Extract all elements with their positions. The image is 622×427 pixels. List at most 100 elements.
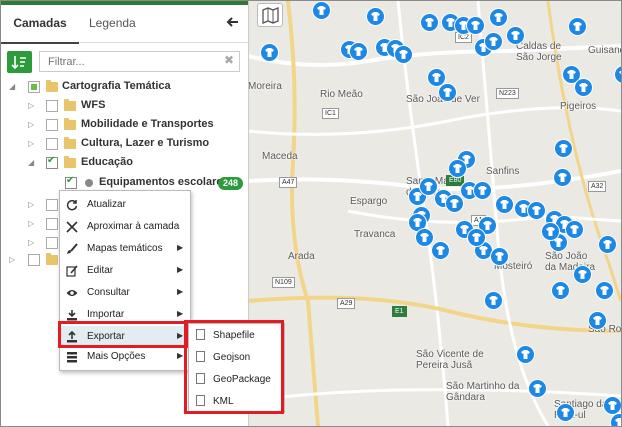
school-marker[interactable]	[565, 220, 584, 239]
collapsed-arrow-icon[interactable]: ▷	[28, 200, 34, 209]
menu-label: Mais Opções	[87, 351, 146, 362]
layer-checkbox[interactable]	[65, 175, 77, 189]
tree-node-hidden[interactable]: ▷	[1, 215, 61, 233]
menu-label: Mapas temáticos	[87, 243, 163, 254]
menu-item-atualizar[interactable]: Atualizar	[60, 194, 190, 216]
school-marker[interactable]	[349, 42, 368, 61]
menu-item-consultar[interactable]: Consultar ▶	[60, 282, 190, 304]
school-marker[interactable]	[466, 16, 485, 35]
map-canvas[interactable]: Moreira Rio Meão São João de Ver Caldas …	[248, 1, 621, 426]
menu-item-aproximar[interactable]: Aproximar à camada	[60, 216, 190, 238]
layer-symbol-icon	[85, 179, 93, 187]
school-marker[interactable]	[489, 8, 508, 27]
clear-filter-icon[interactable]: ✖	[224, 53, 234, 67]
school-marker[interactable]	[431, 241, 450, 260]
expand-arrow-icon[interactable]: ◢	[9, 82, 15, 91]
menu-item-mapas-tematicos[interactable]: Mapas temáticos ▶	[60, 238, 190, 260]
paintbrush-icon	[67, 243, 78, 254]
collapsed-arrow-icon[interactable]: ▷	[28, 101, 34, 110]
tab-camadas[interactable]: Camadas	[1, 5, 79, 44]
school-marker[interactable]	[541, 222, 560, 241]
collapsed-arrow-icon[interactable]: ▷	[28, 139, 34, 148]
collapsed-arrow-icon[interactable]: ▷	[28, 120, 34, 129]
school-marker[interactable]	[438, 83, 457, 102]
layer-checkbox[interactable]	[46, 199, 58, 211]
school-marker[interactable]	[366, 7, 385, 26]
school-marker[interactable]	[484, 32, 503, 51]
school-marker[interactable]	[448, 159, 467, 178]
tree-node-group[interactable]: ◢ Educação	[1, 154, 248, 172]
school-marker[interactable]	[574, 78, 593, 97]
school-marker[interactable]	[473, 181, 492, 200]
filter-input[interactable]	[39, 51, 240, 72]
tree-node-root[interactable]: ◢ Cartografia Temática	[1, 78, 248, 96]
school-marker[interactable]	[312, 1, 331, 20]
submenu-arrow-icon: ▶	[177, 309, 184, 318]
school-marker[interactable]	[527, 201, 546, 220]
road-sign: A47	[279, 177, 298, 188]
school-marker[interactable]	[528, 379, 547, 398]
school-marker[interactable]	[394, 45, 413, 64]
layer-checkbox[interactable]	[46, 138, 58, 150]
place-label: Guisande	[588, 45, 621, 56]
layer-checkbox[interactable]	[46, 237, 58, 249]
school-marker[interactable]	[260, 43, 279, 62]
layer-tools-button[interactable]	[7, 51, 32, 73]
school-marker[interactable]	[598, 235, 617, 254]
collapsed-arrow-icon[interactable]: ▷	[28, 238, 34, 247]
menu-item-editar[interactable]: Editar ▶	[60, 260, 190, 282]
layer-checkbox[interactable]	[46, 155, 58, 169]
tree-node-hidden[interactable]: ▷	[1, 196, 61, 214]
layer-checkbox[interactable]	[28, 81, 40, 93]
school-marker[interactable]	[554, 139, 573, 158]
school-marker[interactable]	[595, 281, 614, 300]
school-marker[interactable]	[556, 403, 575, 422]
tab-legenda[interactable]: Legenda	[89, 5, 136, 42]
school-marker[interactable]	[553, 168, 572, 187]
school-marker[interactable]	[445, 194, 464, 213]
school-marker[interactable]	[506, 26, 525, 45]
tree-node-group[interactable]: ▷ WFS	[1, 97, 248, 115]
layer-checkbox[interactable]	[46, 218, 58, 230]
place-label: Maceda	[262, 151, 298, 162]
school-marker[interactable]	[516, 345, 535, 364]
layer-checkbox[interactable]	[28, 254, 40, 266]
tree-label: Equipamentos escolares	[99, 176, 229, 188]
more-options-icon	[67, 352, 77, 363]
road-sign: N223	[496, 88, 519, 99]
school-marker[interactable]	[420, 13, 439, 32]
school-marker[interactable]	[568, 17, 587, 36]
collapse-panel-icon[interactable]	[226, 15, 240, 29]
school-marker[interactable]	[573, 265, 592, 284]
tree-node-hidden[interactable]: ▷	[1, 251, 61, 269]
place-label: Moreira	[248, 81, 282, 92]
submenu-arrow-icon: ▶	[177, 265, 184, 274]
folder-icon	[46, 253, 58, 265]
eye-icon	[66, 290, 78, 296]
school-marker[interactable]	[588, 311, 607, 330]
folder-icon	[46, 80, 58, 92]
menu-item-mais-opcoes[interactable]: Mais Opções ▶	[60, 346, 190, 368]
refresh-icon	[66, 199, 78, 211]
tree-node-hidden[interactable]: ▷	[1, 234, 61, 252]
submenu-highlight-box	[184, 320, 284, 414]
tree-node-group[interactable]: ▷ Cultura, Lazer e Turismo	[1, 135, 248, 153]
map-layers-button[interactable]	[257, 3, 283, 27]
school-marker[interactable]	[467, 228, 486, 247]
folder-icon	[64, 118, 76, 130]
collapsed-arrow-icon[interactable]: ▷	[28, 219, 34, 228]
tree-label: Cultura, Lazer e Turismo	[81, 137, 210, 149]
school-marker[interactable]	[603, 396, 621, 415]
school-marker[interactable]	[495, 195, 514, 214]
download-icon	[67, 310, 77, 321]
school-marker[interactable]	[484, 291, 503, 310]
layer-checkbox[interactable]	[46, 100, 58, 112]
school-marker[interactable]	[415, 228, 434, 247]
school-marker[interactable]	[551, 281, 570, 300]
collapsed-arrow-icon[interactable]: ▷	[9, 255, 15, 264]
tree-node-group[interactable]: ▷ Mobilidade e Transportes	[1, 116, 248, 134]
place-label: Espargo	[350, 196, 388, 207]
school-marker[interactable]	[490, 247, 509, 266]
expand-arrow-icon[interactable]: ◢	[28, 158, 34, 167]
layer-checkbox[interactable]	[46, 119, 58, 131]
